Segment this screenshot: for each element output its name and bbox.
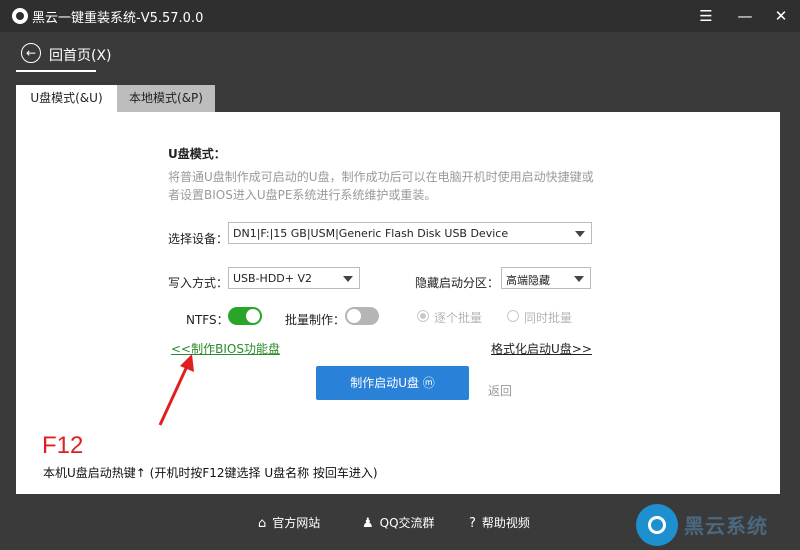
hidden-partition-label: 隐藏启动分区： (415, 276, 500, 290)
section-description: 将普通U盘制作成可启动的U盘，制作成功后可以在电脑开机时使用启动快捷键或者设置B… (168, 170, 594, 202)
official-site-link[interactable]: ⌂ 官方网站 (258, 514, 320, 531)
return-button[interactable]: 返回 (488, 382, 512, 399)
official-site-label: 官方网站 (272, 516, 321, 530)
qq-group-link[interactable]: ♟ QQ交流群 (362, 514, 435, 531)
toggle-knob (246, 309, 260, 323)
toggle-knob (347, 309, 361, 323)
hotkey-description: 本机U盘启动热键↑ (开机时按F12键选择 U盘名称 按回车进入) (43, 466, 378, 480)
section-heading: U盘模式： (168, 147, 226, 161)
radio-one-by-one-label: 逐个批量 (434, 311, 483, 325)
device-select[interactable]: DN1|F:|15 GB|USM|Generic Flash Disk USB … (228, 222, 592, 244)
ntfs-label: NTFS： (186, 313, 229, 327)
hotkey-label: F12 (42, 432, 84, 459)
back-nav-bar: ← 回首页(X) (0, 32, 800, 74)
help-video-link[interactable]: ? 帮助视频 (469, 514, 530, 531)
menu-icon[interactable]: ☰ (694, 4, 718, 28)
format-usb-link[interactable]: 格式化启动U盘>> (491, 340, 592, 357)
back-home-button[interactable]: 回首页(X) (49, 45, 112, 65)
help-video-label: 帮助视频 (481, 516, 530, 530)
radio-simultaneous-label: 同时批量 (524, 311, 573, 325)
radio-one-by-one[interactable] (417, 310, 429, 322)
batch-toggle[interactable] (345, 307, 379, 325)
ntfs-toggle[interactable] (228, 307, 262, 325)
app-title: 黑云一键重装系统-V5.57.0.0 (32, 11, 204, 26)
radio-simultaneous[interactable] (507, 310, 519, 322)
title-bar: 黑云一键重装系统-V5.57.0.0 ☰ — ✕ (0, 0, 800, 32)
brand-watermark: 黑云系统 (684, 514, 768, 538)
back-arrow-icon[interactable]: ← (21, 43, 41, 63)
brand-logo-icon (636, 504, 678, 546)
chevron-down-icon (575, 231, 585, 237)
chevron-down-icon (343, 276, 353, 282)
help-icon: ? (469, 516, 476, 531)
home-icon: ⌂ (258, 516, 267, 531)
hidden-partition-value: 高端隐藏 (506, 274, 550, 287)
minimize-icon[interactable]: — (733, 4, 757, 28)
device-label: 选择设备： (168, 232, 229, 246)
qq-group-label: QQ交流群 (379, 516, 435, 530)
write-mode-label: 写入方式： (168, 276, 229, 290)
device-select-value: DN1|F:|15 GB|USM|Generic Flash Disk USB … (233, 227, 509, 240)
close-icon[interactable]: ✕ (769, 4, 793, 28)
annotation-arrow-icon (158, 354, 194, 426)
tab-local-mode[interactable]: 本地模式(&P) (117, 85, 215, 112)
app-logo-icon (12, 8, 28, 24)
tab-usb-mode[interactable]: U盘模式(&U) (16, 85, 117, 112)
write-mode-select[interactable]: USB-HDD+ V2 (228, 267, 360, 289)
back-underline (16, 70, 96, 72)
chevron-down-icon (574, 276, 584, 282)
batch-label: 批量制作： (285, 313, 346, 327)
qq-penguin-icon: ♟ (362, 516, 374, 531)
make-boot-usb-button[interactable]: 制作启动U盘 ⓜ (316, 366, 469, 400)
hidden-partition-select[interactable]: 高端隐藏 (501, 267, 591, 289)
write-mode-value: USB-HDD+ V2 (233, 272, 312, 285)
